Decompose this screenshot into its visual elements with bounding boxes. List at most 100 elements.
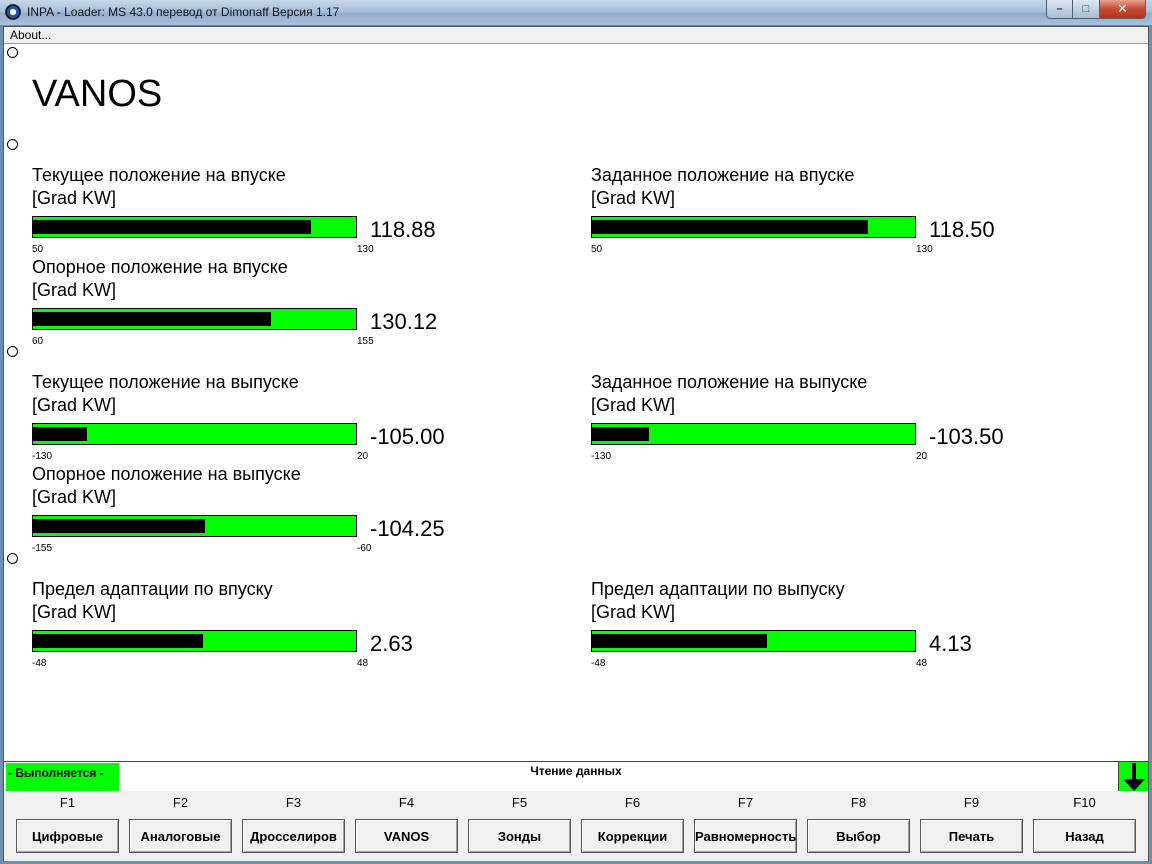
gauge-title: Заданное положение на выпуске — [591, 372, 868, 392]
gauge-bar-fill — [33, 634, 204, 648]
gauge-title: Опорное положение на впуске — [32, 257, 288, 277]
gauge-title: Предел адаптации по впуску — [32, 579, 273, 599]
section-marker-icon — [7, 47, 18, 58]
client-area: About... VANOS Текущее положение на впус… — [3, 26, 1149, 861]
function-keys: F1 Цифровые F2 Аналоговые F3 Дросселиров… — [4, 791, 1148, 861]
bmw-logo-icon — [5, 4, 21, 20]
gauge-bar — [32, 423, 357, 445]
gauge-unit: [Grad KW] — [32, 280, 117, 300]
vanos-button[interactable]: VANOS — [355, 819, 458, 853]
gauge-max: -60 — [357, 543, 372, 554]
throttle-button[interactable]: Дросселиров — [242, 819, 345, 853]
print-button[interactable]: Печать — [920, 819, 1023, 853]
gauge-unit: [Grad KW] — [32, 188, 117, 208]
gauge-max: 20 — [916, 451, 928, 462]
fkey-label: F8 — [850, 795, 867, 810]
gauge-max: 130 — [916, 244, 933, 255]
gauge-title: Текущее положение на выпуске — [32, 372, 299, 392]
menu-item-about[interactable]: About... — [10, 28, 51, 42]
gauge-exhaust-adaptation-limit: Предел адаптации по выпуску [Grad KW] 4.… — [591, 579, 1031, 674]
gauge-value: 2.63 — [370, 631, 413, 656]
gauge-max: 20 — [357, 451, 369, 462]
gauge-bar — [591, 216, 916, 238]
fkey-f7: F7 Равномерность — [694, 791, 797, 861]
gauge-value: -105.00 — [370, 424, 445, 449]
gauge-value: 118.50 — [929, 217, 995, 242]
corrections-button[interactable]: Коррекции — [581, 819, 684, 853]
fkey-label: F2 — [172, 795, 189, 810]
gauge-bar-fill — [592, 634, 768, 648]
data-panel: VANOS Текущее положение на впуске [Grad … — [4, 45, 1148, 761]
window-controls: – □ ✕ — [1046, 0, 1146, 19]
select-button[interactable]: Выбор — [807, 819, 910, 853]
gauge-intake-current: Текущее положение на впуске [Grad KW] 11… — [32, 165, 472, 260]
gauge-title: Заданное положение на впуске — [591, 165, 855, 185]
gauge-unit: [Grad KW] — [591, 602, 676, 622]
fkey-f1: F1 Цифровые — [16, 791, 119, 861]
gauge-bar-fill — [33, 312, 272, 326]
gauge-bar — [32, 630, 357, 652]
gauge-max: 130 — [357, 244, 374, 255]
digital-button[interactable]: Цифровые — [16, 819, 119, 853]
fkey-label: F5 — [511, 795, 528, 810]
gauge-bar — [32, 515, 357, 537]
fkey-f2: F2 Аналоговые — [129, 791, 232, 861]
fkey-f8: F8 Выбор — [807, 791, 910, 861]
maximize-button[interactable]: □ — [1073, 0, 1100, 19]
analog-button[interactable]: Аналоговые — [129, 819, 232, 853]
gauge-max: 155 — [357, 336, 374, 347]
gauge-min: 50 — [32, 244, 44, 255]
section-marker-icon — [7, 346, 18, 357]
fkey-label: F7 — [737, 795, 754, 810]
gauge-value: 118.88 — [370, 217, 436, 242]
fkey-f9: F9 Печать — [920, 791, 1023, 861]
probes-button[interactable]: Зонды — [468, 819, 571, 853]
gauge-bar-fill — [33, 427, 87, 441]
fkey-f3: F3 Дросселиров — [242, 791, 345, 861]
close-button[interactable]: ✕ — [1100, 0, 1146, 19]
gauge-title: Предел адаптации по выпуску — [591, 579, 845, 599]
gauge-max: 48 — [357, 658, 369, 669]
gauge-bar-fill — [33, 519, 206, 533]
gauge-min: 60 — [32, 336, 44, 347]
gauge-min: -130 — [32, 451, 53, 462]
gauge-value: -104.25 — [370, 516, 445, 541]
section-marker-icon — [7, 553, 18, 564]
down-arrow-icon[interactable] — [1118, 762, 1148, 792]
minimize-button[interactable]: – — [1046, 0, 1073, 19]
gauge-unit: [Grad KW] — [591, 188, 676, 208]
gauge-min: 50 — [591, 244, 603, 255]
gauge-exhaust-current: Текущее положение на выпуске [Grad KW] -… — [32, 372, 472, 467]
gauge-min: -130 — [591, 451, 612, 462]
section-marker-icon — [7, 139, 18, 150]
fkey-f4: F4 VANOS — [355, 791, 458, 861]
gauge-unit: [Grad KW] — [32, 487, 117, 507]
gauge-min: -48 — [591, 658, 606, 669]
gauge-exhaust-reference: Опорное положение на выпуске [Grad KW] -… — [32, 464, 472, 559]
gauge-bar-fill — [592, 220, 869, 234]
back-button[interactable]: Назад — [1033, 819, 1136, 853]
gauge-bar-fill — [592, 427, 650, 441]
fkey-label: F3 — [285, 795, 302, 810]
title-bar: INPA - Loader: MS 43.0 перевод от Dimona… — [0, 0, 1152, 26]
gauge-intake-reference: Опорное положение на впуске [Grad KW] 13… — [32, 257, 472, 352]
gauge-intake-adaptation-limit: Предел адаптации по впуску [Grad KW] 2.6… — [32, 579, 472, 674]
fkey-label: F9 — [963, 795, 980, 810]
gauge-bar — [591, 423, 916, 445]
gauge-min: -155 — [32, 543, 53, 554]
fkey-f10: F10 Назад — [1033, 791, 1136, 861]
gauge-intake-target: Заданное положение на впуске [Grad KW] 1… — [591, 165, 1031, 260]
fkey-f6: F6 Коррекции — [581, 791, 684, 861]
window-title: INPA - Loader: MS 43.0 перевод от Dimona… — [27, 5, 340, 19]
gauge-title: Опорное положение на выпуске — [32, 464, 301, 484]
fkey-label: F6 — [624, 795, 641, 810]
gauge-exhaust-target: Заданное положение на выпуске [Grad KW] … — [591, 372, 1031, 467]
gauge-unit: [Grad KW] — [32, 395, 117, 415]
gauge-value: -103.50 — [929, 424, 1004, 449]
gauge-value: 4.13 — [929, 631, 972, 656]
gauge-bar — [32, 308, 357, 330]
gauge-max: 48 — [916, 658, 928, 669]
page-title: VANOS — [32, 73, 163, 115]
smoothness-button[interactable]: Равномерность — [694, 819, 797, 853]
gauge-unit: [Grad KW] — [591, 395, 676, 415]
